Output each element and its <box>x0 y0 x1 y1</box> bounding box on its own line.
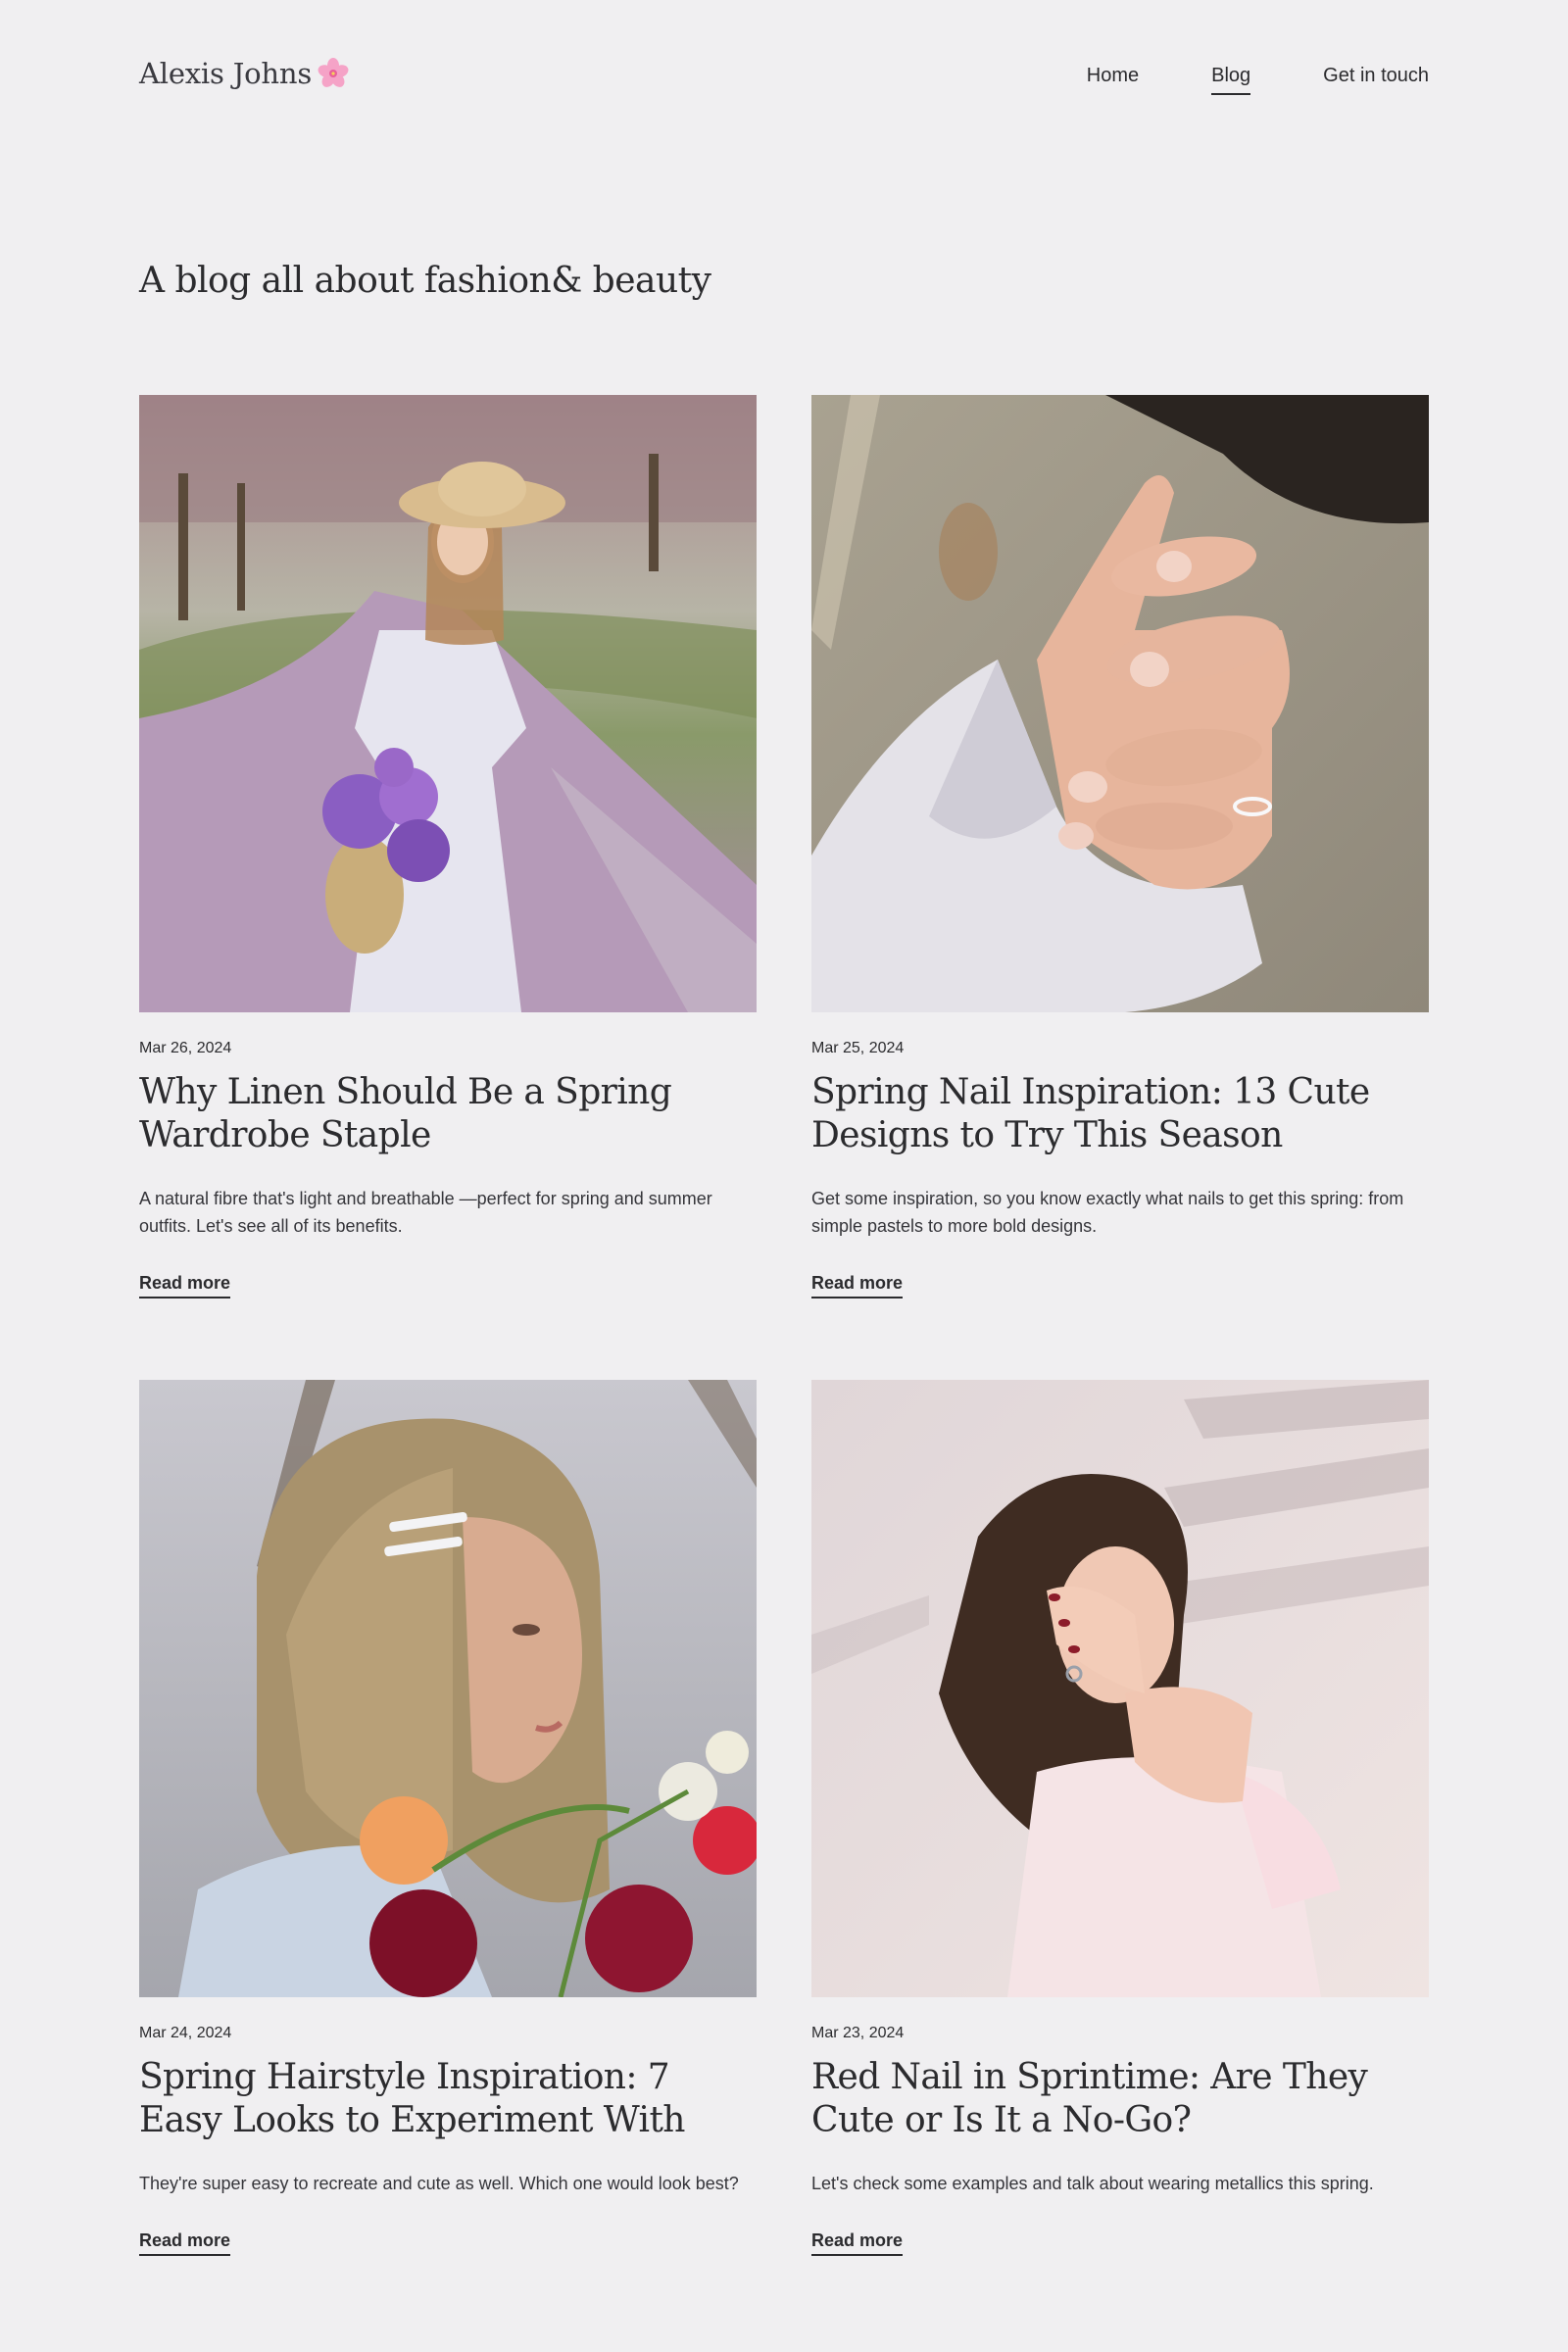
woman-with-hair-clips-photo <box>139 1380 757 1997</box>
post-date: Mar 23, 2024 <box>811 2025 905 2041</box>
blog-post-card: Mar 25, 2024 Spring Nail Inspiration: 13… <box>811 395 1429 1298</box>
post-excerpt: Let's check some examples and talk about… <box>811 2174 1374 2193</box>
page-tagline: A blog all about fashion& beauty <box>139 261 711 301</box>
post-title[interactable]: Spring Hairstyle Inspiration: 7 Easy Loo… <box>139 2056 757 2142</box>
post-date: Mar 26, 2024 <box>139 1040 232 1056</box>
post-date: Mar 25, 2024 <box>811 1040 905 1056</box>
post-title[interactable]: Spring Nail Inspiration: 13 Cute Designs… <box>811 1071 1429 1157</box>
post-excerpt: Get some inspiration, so you know exactl… <box>811 1189 1404 1236</box>
post-image[interactable] <box>811 1380 1429 1997</box>
hand-with-manicure-photo <box>811 395 1429 1012</box>
post-title[interactable]: Why Linen Should Be a Spring Wardrobe St… <box>139 1071 757 1157</box>
post-image[interactable] <box>811 395 1429 1012</box>
nav-get-in-touch[interactable]: Get in touch <box>1323 65 1429 95</box>
blog-post-card: Mar 26, 2024 Why Linen Should Be a Sprin… <box>139 395 757 1298</box>
post-date: Mar 24, 2024 <box>139 2025 232 2041</box>
main-nav: Home Blog Get in touch <box>1087 65 1429 95</box>
read-more-link[interactable]: Read more <box>139 2230 231 2256</box>
blog-post-card: Mar 24, 2024 Spring Hairstyle Inspiratio… <box>139 1380 757 2256</box>
site-logo[interactable]: Alexis Johns <box>139 57 349 90</box>
post-excerpt: They're super easy to recreate and cute … <box>139 2174 739 2193</box>
blog-post-card: Mar 23, 2024 Red Nail in Sprintime: Are … <box>811 1380 1429 2256</box>
logo-text: Alexis Johns <box>139 57 313 90</box>
post-image[interactable] <box>139 1380 757 1997</box>
laughing-woman-photo <box>811 1380 1429 1997</box>
nav-home[interactable]: Home <box>1087 65 1139 95</box>
read-more-link[interactable]: Read more <box>811 2230 904 2256</box>
nav-blog[interactable]: Blog <box>1211 65 1251 95</box>
site-header: Alexis Johns Home Blog Get in touch <box>139 55 1429 100</box>
woman-in-linen-dress-photo <box>139 395 757 1012</box>
post-excerpt: A natural fibre that's light and breatha… <box>139 1189 712 1236</box>
post-title[interactable]: Red Nail in Sprintime: Are They Cute or … <box>811 2056 1429 2142</box>
post-image[interactable] <box>139 395 757 1012</box>
cherry-blossom-icon <box>318 58 349 87</box>
read-more-link[interactable]: Read more <box>811 1273 904 1298</box>
read-more-link[interactable]: Read more <box>139 1273 231 1298</box>
